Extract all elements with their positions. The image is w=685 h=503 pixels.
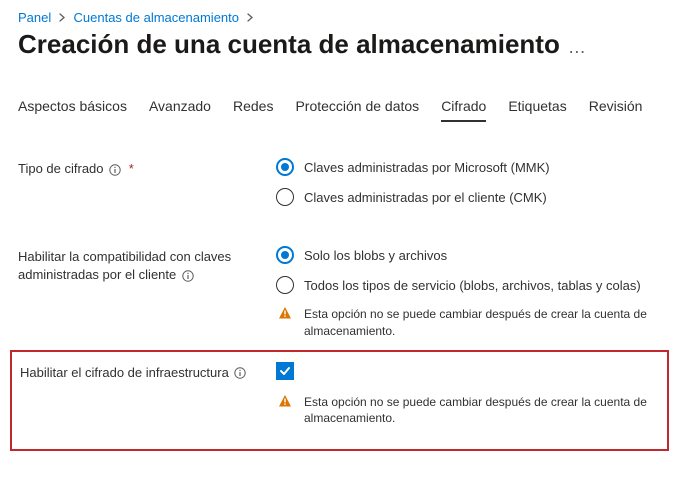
- row-cmk-support: Habilitar la compatibilidad con claves a…: [18, 246, 667, 340]
- radio-blobs-files[interactable]: [276, 246, 294, 264]
- more-icon[interactable]: …: [568, 37, 587, 57]
- breadcrumb-link-storage-accounts[interactable]: Cuentas de almacenamiento: [74, 10, 240, 25]
- chevron-right-icon: [247, 10, 254, 25]
- row-infra-encrypt: Habilitar el cifrado de infraestructura …: [18, 362, 661, 428]
- warning-icon: [276, 394, 294, 408]
- tab-advanced[interactable]: Avanzado: [149, 98, 211, 122]
- info-icon[interactable]: [234, 367, 246, 379]
- warning-icon: [276, 306, 294, 320]
- breadcrumb: Panel Cuentas de almacenamiento: [18, 10, 667, 25]
- tab-networking[interactable]: Redes: [233, 98, 273, 122]
- checkbox-infra-encrypt[interactable]: [276, 362, 294, 380]
- check-icon: [279, 365, 291, 377]
- info-icon[interactable]: [182, 270, 194, 282]
- info-icon[interactable]: [109, 164, 121, 176]
- label-encryption-type: Tipo de cifrado *: [18, 158, 276, 178]
- chevron-right-icon: [59, 10, 66, 25]
- required-asterisk: *: [129, 161, 134, 176]
- tab-review[interactable]: Revisión: [589, 98, 643, 122]
- row-encryption-type: Tipo de cifrado * Claves administradas p…: [18, 158, 667, 218]
- radio-label-mmk: Claves administradas por Microsoft (MMK): [304, 160, 550, 175]
- label-cmk-support: Habilitar la compatibilidad con claves a…: [18, 246, 276, 284]
- tab-basics[interactable]: Aspectos básicos: [18, 98, 127, 122]
- radio-cmk[interactable]: [276, 188, 294, 206]
- radio-label-cmk: Claves administradas por el cliente (CMK…: [304, 190, 547, 205]
- radio-all-services[interactable]: [276, 276, 294, 294]
- breadcrumb-link-panel[interactable]: Panel: [18, 10, 51, 25]
- warning-text-cmk: Esta opción no se puede cambiar después …: [304, 306, 667, 340]
- tabs: Aspectos básicos Avanzado Redes Protecci…: [18, 98, 667, 122]
- tab-data-protection[interactable]: Protección de datos: [295, 98, 419, 122]
- page-title: Creación de una cuenta de almacenamiento…: [18, 29, 667, 60]
- highlight-infra-encrypt: Habilitar el cifrado de infraestructura …: [10, 350, 669, 452]
- warning-text-infra: Esta opción no se puede cambiar después …: [304, 394, 661, 428]
- radio-label-all-services: Todos los tipos de servicio (blobs, arch…: [304, 278, 641, 293]
- tab-tags[interactable]: Etiquetas: [508, 98, 566, 122]
- tab-encryption[interactable]: Cifrado: [441, 98, 486, 122]
- radio-label-blobs-files: Solo los blobs y archivos: [304, 248, 447, 263]
- label-infra-encrypt: Habilitar el cifrado de infraestructura: [18, 362, 276, 382]
- radio-mmk[interactable]: [276, 158, 294, 176]
